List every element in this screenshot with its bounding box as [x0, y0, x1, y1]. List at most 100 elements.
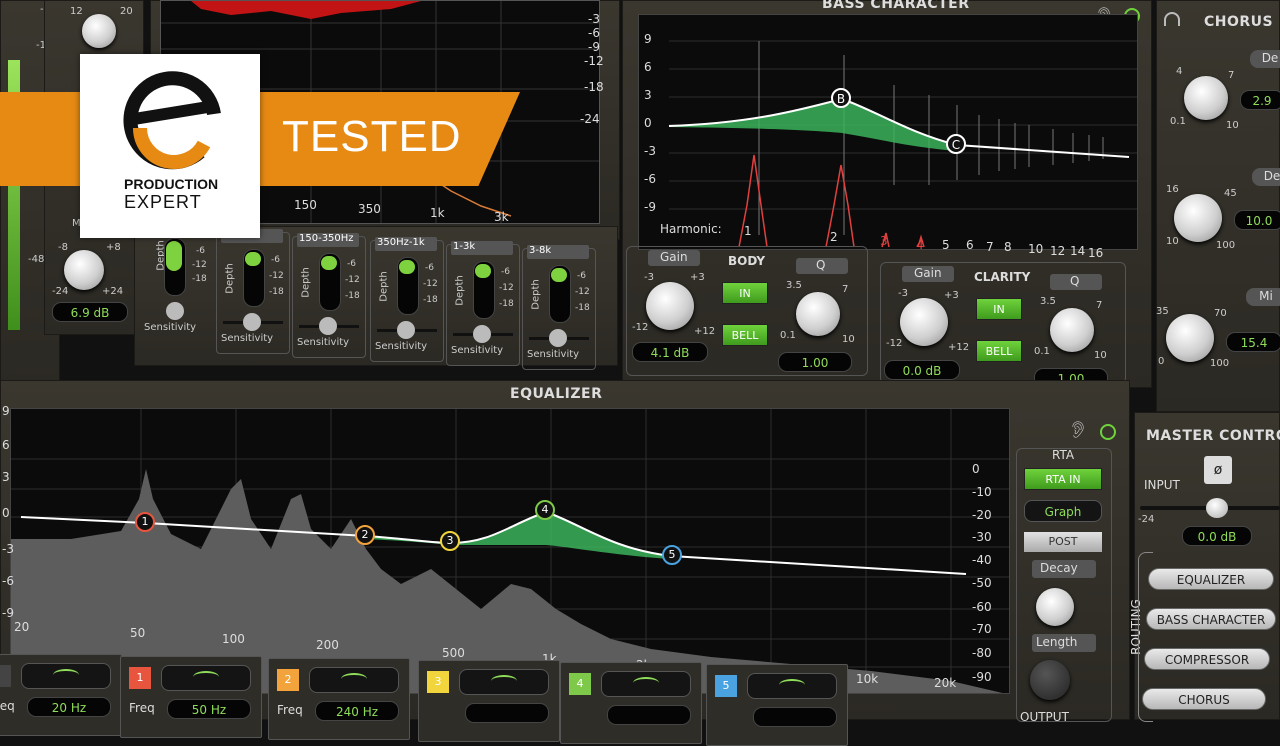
band-depth-slider[interactable]	[164, 238, 186, 296]
chorus-side-2[interactable]: De	[1252, 168, 1280, 186]
body-q-knob[interactable]	[796, 292, 840, 336]
eq-band-number[interactable]: 5	[715, 675, 737, 697]
dyn-band-sens-thumb[interactable]	[243, 313, 261, 331]
brand-name-line2: EXPERT	[124, 192, 202, 212]
eq-y-right-7: -70	[972, 622, 992, 636]
route-compressor[interactable]: COMPRESSOR	[1144, 648, 1270, 670]
eq-node-2[interactable]: 2	[355, 525, 375, 545]
eq-band-type[interactable]	[309, 667, 399, 693]
eq-band-freq-value[interactable]	[607, 705, 691, 725]
eq-band-freq-value[interactable]: 20 Hz	[27, 697, 111, 717]
dyn-band-depth-slider[interactable]	[397, 257, 419, 315]
eq-band-freq-value[interactable]	[753, 707, 837, 727]
clarity-gain-knob[interactable]	[900, 298, 948, 346]
eq-band-number[interactable]	[0, 665, 11, 687]
post-button[interactable]: POST	[1024, 532, 1102, 552]
body-bell-button[interactable]: BELL	[722, 324, 768, 346]
chorus-rate-knob[interactable]	[1184, 76, 1228, 120]
dyn-band-depth-slider[interactable]	[549, 265, 571, 323]
bass-node-c[interactable]: C	[946, 134, 966, 154]
eq-node-4[interactable]: 4	[535, 500, 555, 520]
route-chorus[interactable]: CHORUS	[1142, 688, 1266, 710]
harmonic-0: 1	[744, 224, 752, 238]
graph-button[interactable]: Graph	[1024, 500, 1102, 522]
route-equalizer[interactable]: EQUALIZER	[1148, 568, 1274, 590]
input-knob[interactable]	[82, 14, 116, 48]
bass-character-graph	[668, 40, 1137, 248]
bell-shape-icon	[193, 671, 219, 683]
eq-band-number[interactable]: 4	[569, 673, 591, 695]
body-q-value[interactable]: 1.00	[778, 352, 852, 372]
clarity-in-button[interactable]: IN	[976, 298, 1022, 320]
eq-listen-icon[interactable]: 👂︎	[1068, 420, 1088, 439]
phase-button[interactable]: ø	[1204, 456, 1232, 484]
top-scale-3: -12	[584, 54, 604, 68]
mix-value[interactable]: 6.9 dB	[52, 302, 128, 322]
dyn-band-sens-thumb[interactable]	[549, 329, 567, 347]
eq-band-type[interactable]	[21, 663, 111, 689]
sensitivity-label: Sensitivity	[144, 322, 197, 333]
eq-band-freq-value[interactable]	[465, 703, 549, 723]
chorus-depth-knob[interactable]	[1174, 194, 1222, 242]
mix-knob[interactable]	[64, 250, 104, 290]
decay-knob[interactable]	[1036, 588, 1074, 626]
bass-y-2: 3	[644, 88, 652, 102]
chorus-depth-value[interactable]: 10.0	[1234, 210, 1280, 230]
dyn-band-depth-slider[interactable]	[473, 261, 495, 319]
eq-band-number[interactable]: 1	[129, 667, 151, 689]
chorus-mix-knob[interactable]	[1166, 314, 1214, 362]
sensitivity-thumb[interactable]	[166, 302, 184, 320]
eq-band-number[interactable]: 2	[277, 669, 299, 691]
eq-node-3[interactable]: 3	[440, 531, 460, 551]
dyn-band-sens-thumb[interactable]	[473, 325, 491, 343]
chorus-mix-value[interactable]: 15.4	[1226, 332, 1280, 352]
bell-shape-icon	[633, 677, 659, 689]
chorus-side-3[interactable]: Mi	[1246, 288, 1280, 306]
top-scale-2: -9	[588, 40, 600, 54]
eq-x-8: 10k	[856, 672, 879, 686]
harmonic-1: 2	[830, 230, 838, 244]
eq-node-1[interactable]: 1	[135, 512, 155, 532]
chorus-rate-value[interactable]: 2.9	[1240, 90, 1280, 110]
clarity-bell-button[interactable]: BELL	[976, 340, 1022, 362]
dyn-band-depth-slider[interactable]	[243, 249, 265, 307]
bass-y-3: 0	[644, 116, 652, 130]
eq-band-1: 1 Freq 50 Hz	[120, 656, 262, 738]
chorus-headphone-icon[interactable]	[1164, 12, 1180, 26]
eq-band-freq-label: Freq	[277, 703, 303, 717]
dyn-band-depth-slider[interactable]	[319, 253, 341, 311]
eq-band-type[interactable]	[161, 665, 251, 691]
eq-power-icon[interactable]	[1100, 424, 1116, 440]
body-in-button[interactable]: IN	[722, 282, 768, 304]
bass-node-b[interactable]: B	[831, 88, 851, 108]
eq-band-type[interactable]	[601, 671, 691, 697]
dyn-band-sens-label: Sensitivity	[297, 337, 350, 348]
clarity-gain-value[interactable]: 0.0 dB	[884, 360, 960, 380]
dyn-band-depth-label: Depth	[530, 279, 542, 310]
body-q-label: Q	[816, 258, 826, 272]
knob1-mark-20: 20	[120, 6, 133, 17]
eq-band-type[interactable]	[747, 673, 837, 699]
harmonic-4: 5	[942, 238, 950, 252]
dyn-band-sens-thumb[interactable]	[319, 317, 337, 335]
clarity-q-knob[interactable]	[1050, 308, 1094, 352]
body-gain-value[interactable]: 4.1 dB	[632, 342, 708, 362]
eq-node-5[interactable]: 5	[662, 545, 682, 565]
rta-in-button[interactable]: RTA IN	[1024, 468, 1102, 490]
eq-band-5: 5	[706, 664, 848, 746]
clarity-q-label: Q	[1070, 274, 1080, 288]
dyn-band-sens-thumb[interactable]	[397, 321, 415, 339]
eq-band-freq-value[interactable]: 240 Hz	[315, 701, 399, 721]
eq-y-right-8: -80	[972, 646, 992, 660]
eq-band-type[interactable]	[459, 669, 549, 695]
input-value[interactable]: 0.0 dB	[1182, 526, 1252, 546]
input-fader-thumb[interactable]	[1206, 498, 1228, 518]
eq-band-2: 2 Freq 240 Hz	[268, 658, 410, 740]
body-gain-knob[interactable]	[646, 282, 694, 330]
chorus-side-1[interactable]: De	[1250, 50, 1280, 68]
route-bass-character[interactable]: BASS CHARACTER	[1146, 608, 1276, 630]
eq-band-number[interactable]: 3	[427, 671, 449, 693]
length-knob[interactable]	[1030, 660, 1070, 700]
dyn-band-depth-label: Depth	[454, 275, 466, 306]
eq-band-freq-value[interactable]: 50 Hz	[167, 699, 251, 719]
